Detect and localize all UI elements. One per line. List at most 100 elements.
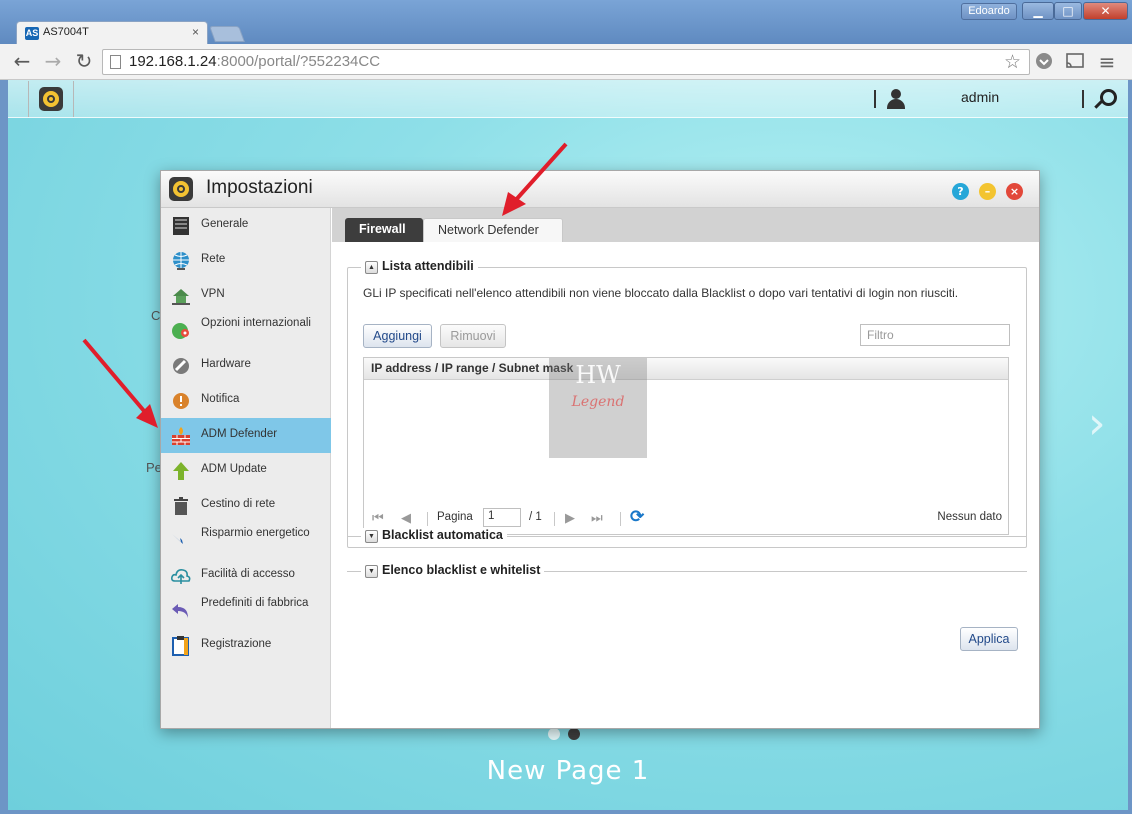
desktop-app-label[interactable]: C bbox=[151, 308, 160, 323]
sidebar-item-label: Hardware bbox=[201, 358, 251, 370]
expand-icon[interactable]: ▼ bbox=[365, 530, 378, 543]
browser-tab[interactable]: AS AS7004T × bbox=[16, 21, 208, 44]
firewall-wall-icon bbox=[172, 427, 190, 445]
reload-icon[interactable]: ↻ bbox=[72, 50, 96, 74]
section-title: Lista attendibili bbox=[382, 259, 474, 273]
tab-close-icon[interactable]: × bbox=[192, 25, 199, 39]
sidebar-item-notifica[interactable]: Notifica bbox=[161, 383, 331, 418]
cast-icon[interactable] bbox=[1065, 52, 1085, 72]
adm-topbar: admin bbox=[8, 80, 1128, 118]
page-label: Pagina bbox=[437, 511, 473, 523]
sidebar-item-adm-defender[interactable]: ADM Defender bbox=[161, 418, 331, 453]
search-icon[interactable] bbox=[1094, 89, 1117, 109]
remove-button[interactable]: Rimuovi bbox=[440, 324, 506, 348]
window-maximize-button[interactable]: □ bbox=[1054, 2, 1082, 20]
sidebar-item-label: Registrazione bbox=[201, 638, 272, 650]
adm-username[interactable]: admin bbox=[961, 89, 999, 105]
hardware-icon bbox=[173, 358, 189, 374]
page-number-input[interactable]: 1 bbox=[483, 508, 521, 527]
settings-app-icon bbox=[169, 177, 193, 201]
sidebar-item-facilita-di-accesso[interactable]: Facilità di accesso bbox=[161, 558, 331, 593]
annotation-arrow-icon bbox=[82, 338, 158, 428]
annotation-arrow-icon bbox=[502, 142, 568, 216]
sidebar-item-label: VPN bbox=[201, 288, 225, 300]
sidebar-item-label: ADM Update bbox=[201, 463, 267, 475]
no-data-label: Nessun dato bbox=[937, 511, 1002, 523]
next-page-icon[interactable]: ▶ bbox=[565, 510, 575, 526]
sidebar-item-label: Opzioni internazionali bbox=[201, 317, 311, 329]
browser-menu-icon[interactable]: ≡ bbox=[1097, 52, 1117, 72]
url-path: :8000/portal/?552234CC bbox=[216, 53, 381, 70]
sidebar-item-opzioni-internazionali[interactable]: Opzioni internazionali bbox=[161, 313, 331, 348]
tab-firewall[interactable]: Firewall bbox=[345, 218, 423, 242]
sidebar-item-hardware[interactable]: Hardware bbox=[161, 348, 331, 383]
page-dot[interactable] bbox=[548, 728, 560, 740]
sidebar-item-predefiniti-di-fabbrica[interactable]: Predefiniti di fabbrica bbox=[161, 593, 331, 628]
section-legend[interactable]: ▼ Elenco blacklist e whitelist bbox=[361, 563, 545, 578]
next-page-chevron-icon[interactable]: › bbox=[1088, 398, 1106, 449]
adm-logo-icon bbox=[39, 87, 63, 111]
back-arrow-icon[interactable]: ← bbox=[10, 50, 34, 74]
window-close-button[interactable]: ✕ bbox=[1083, 2, 1128, 20]
trusted-list-description: GLi IP specificati nell'elenco attendibi… bbox=[363, 286, 959, 300]
close-icon[interactable]: × bbox=[1006, 183, 1023, 200]
settings-content: Firewall Network Defender ▲ Lista attendi… bbox=[332, 208, 1039, 728]
user-icon[interactable] bbox=[886, 89, 906, 109]
server-icon bbox=[173, 217, 189, 235]
settings-window: Impostazioni ? – × Generale Rete VPN Opz… bbox=[160, 170, 1040, 729]
hwlegend-watermark: HW Legend bbox=[549, 358, 647, 458]
pager-separator bbox=[620, 512, 621, 526]
sidebar-item-label: Facilità di accesso bbox=[201, 568, 295, 580]
settings-header: Impostazioni ? – × bbox=[161, 171, 1039, 208]
bookmark-star-icon[interactable]: ☆ bbox=[1004, 51, 1021, 74]
filter-input[interactable]: Filtro bbox=[860, 324, 1010, 346]
sidebar-item-generale[interactable]: Generale bbox=[161, 208, 331, 243]
trash-icon bbox=[174, 497, 188, 515]
undo-arrow-icon bbox=[172, 604, 188, 618]
collapse-icon[interactable]: ▲ bbox=[365, 261, 378, 274]
section-legend[interactable]: ▼ Blacklist automatica bbox=[361, 528, 507, 543]
prev-page-icon[interactable]: ◀ bbox=[401, 510, 411, 526]
page-total: / 1 bbox=[529, 511, 542, 523]
last-page-icon[interactable]: ⏭ bbox=[591, 510, 603, 526]
adm-home-button[interactable] bbox=[28, 81, 74, 117]
tab-bar: Firewall Network Defender bbox=[332, 208, 1039, 242]
sidebar-item-vpn[interactable]: VPN bbox=[161, 278, 331, 313]
watermark-line: Legend bbox=[571, 394, 625, 410]
sidebar-item-rete[interactable]: Rete bbox=[161, 243, 331, 278]
column-header-ip[interactable]: IP address / IP range / Subnet mask bbox=[364, 358, 1008, 380]
address-bar[interactable]: 192.168.1.24:8000/portal/?552234CC ☆ bbox=[102, 49, 1030, 75]
page-dot-active[interactable] bbox=[567, 728, 580, 740]
pager-separator bbox=[427, 512, 428, 526]
apply-button[interactable]: Applica bbox=[960, 627, 1018, 651]
new-tab-button[interactable] bbox=[209, 26, 245, 42]
sidebar-item-registrazione[interactable]: Registrazione bbox=[161, 628, 331, 663]
window-minimize-button[interactable]: ▁ bbox=[1022, 2, 1054, 20]
extension-icon[interactable] bbox=[1034, 52, 1054, 72]
update-arrow-icon bbox=[173, 462, 189, 480]
sidebar-item-label: Generale bbox=[201, 218, 249, 230]
watermark-line: HW bbox=[575, 361, 621, 389]
sidebar-item-cestino-di-rete[interactable]: Cestino di rete bbox=[161, 488, 331, 523]
asustor-favicon-icon: AS bbox=[25, 27, 39, 40]
sidebar-item-label: Notifica bbox=[201, 393, 240, 405]
forward-arrow-icon[interactable]: → bbox=[41, 50, 65, 74]
page-icon bbox=[110, 55, 121, 69]
first-page-icon[interactable]: ⏮ bbox=[372, 510, 384, 526]
vpn-house-icon bbox=[172, 289, 190, 305]
add-button[interactable]: Aggiungi bbox=[363, 324, 432, 348]
sidebar-item-label: Cestino di rete bbox=[201, 498, 276, 510]
help-icon[interactable]: ? bbox=[952, 183, 969, 200]
expand-icon[interactable]: ▼ bbox=[365, 565, 378, 578]
topbar-separator bbox=[874, 90, 876, 108]
minimize-icon[interactable]: – bbox=[979, 183, 996, 200]
sidebar-item-adm-update[interactable]: ADM Update bbox=[161, 453, 331, 488]
cloud-upload-icon bbox=[171, 569, 191, 584]
sidebar-item-risparmio-energetico[interactable]: Risparmio energetico bbox=[161, 523, 331, 558]
sidebar-item-label: ADM Defender bbox=[201, 428, 278, 440]
profile-badge[interactable]: Edoardo bbox=[961, 3, 1017, 20]
refresh-icon[interactable]: ⟳ bbox=[630, 508, 646, 526]
settings-title: Impostazioni bbox=[206, 177, 313, 198]
sidebar-item-label: Rete bbox=[201, 253, 226, 265]
section-legend[interactable]: ▲ Lista attendibili bbox=[361, 259, 478, 274]
